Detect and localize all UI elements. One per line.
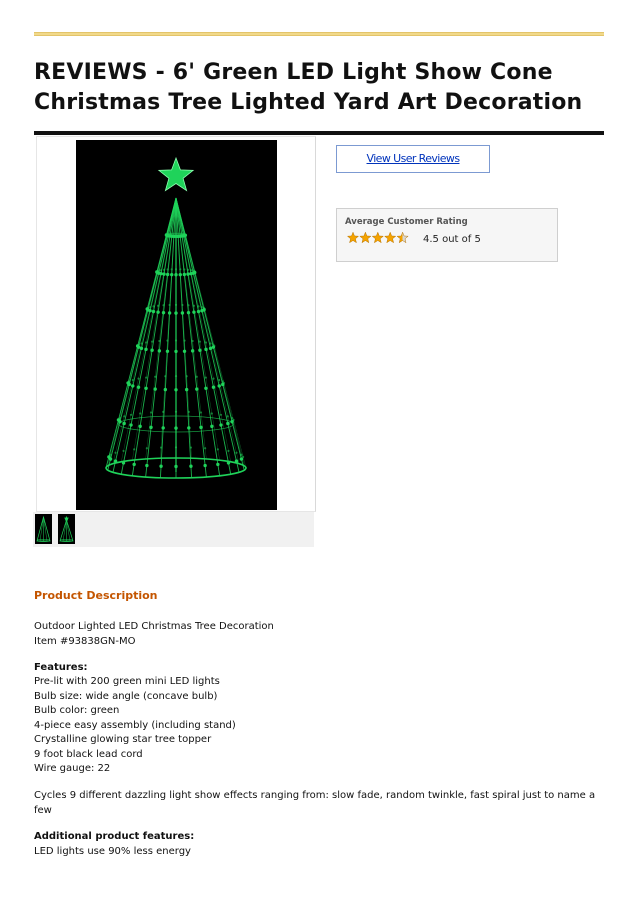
rating-star	[396, 232, 409, 244]
item-number: Item #93838GN-MO	[34, 636, 136, 647]
description-line-1: Outdoor Lighted LED Christmas Tree Decor…	[34, 621, 274, 632]
rating-star	[384, 232, 397, 244]
features-heading: Features:	[34, 662, 88, 673]
average-rating-box: Average Customer Rating 4.5 out of 5	[336, 208, 558, 262]
cycles-paragraph: Cycles 9 different dazzling light show e…	[34, 790, 596, 816]
title-line-2: Christmas Tree Lighted Yard Art Decorati…	[34, 90, 583, 115]
product-description-heading: Product Description	[34, 589, 158, 602]
top-accent-bar	[34, 32, 604, 36]
view-user-reviews-button[interactable]: View User Reviews	[336, 145, 490, 173]
thumbnail-tree-icon	[59, 516, 74, 542]
thumbnail-2[interactable]	[58, 514, 75, 544]
feature-item: Bulb color: green	[34, 705, 120, 716]
thumbnail-1[interactable]	[35, 514, 52, 544]
feature-item: 9 foot black lead cord	[34, 749, 143, 760]
title-rule	[34, 131, 604, 135]
page-title: REVIEWS - 6' Green LED Light Show Cone C…	[34, 58, 604, 118]
feature-item: Crystalline glowing star tree topper	[34, 734, 212, 745]
additional-features-heading: Additional product features:	[34, 831, 195, 842]
feature-item: Bulb size: wide angle (concave bulb)	[34, 691, 218, 702]
rating-star	[359, 232, 372, 244]
thumbnail-strip	[33, 512, 314, 547]
additional-feature-item: LED lights use 90% less energy	[34, 846, 191, 857]
feature-item: Pre-lit with 200 green mini LED lights	[34, 676, 220, 687]
rating-text: 4.5 out of 5	[423, 234, 481, 245]
star-rating-icon	[347, 232, 409, 244]
rating-star	[347, 232, 360, 244]
feature-item: Wire gauge: 22	[34, 763, 111, 774]
rating-heading: Average Customer Rating	[345, 217, 468, 227]
rating-star	[371, 232, 384, 244]
product-image[interactable]	[76, 140, 277, 510]
thumbnail-tree-icon	[36, 515, 51, 542]
led-tree-illustration	[105, 156, 247, 479]
title-line-1: REVIEWS - 6' Green LED Light Show Cone	[34, 60, 553, 85]
star-topper-icon	[157, 156, 195, 192]
feature-item: 4-piece easy assembly (including stand)	[34, 720, 236, 731]
